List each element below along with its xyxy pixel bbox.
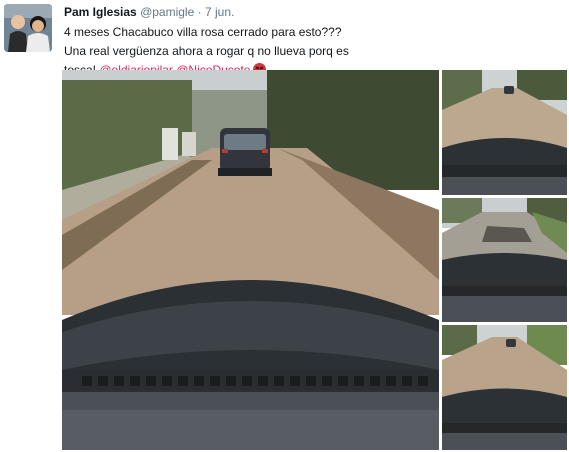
author-name[interactable]: Pam Iglesias	[64, 5, 137, 19]
thumb-photo-2[interactable]	[442, 198, 567, 322]
avatar[interactable]	[4, 4, 52, 52]
tweet-date[interactable]: 7 jun.	[205, 5, 234, 19]
header-separator: ·	[197, 5, 202, 19]
photo-mosaic	[62, 70, 569, 450]
tweet-header: Pam Iglesias @pamigle · 7 jun.	[64, 5, 234, 19]
main-photo[interactable]	[62, 70, 439, 450]
author-handle[interactable]: @pamigle	[140, 5, 194, 19]
thumb-photo-3[interactable]	[442, 325, 567, 450]
thumb-photo-1[interactable]	[442, 70, 567, 195]
tweet: Pam Iglesias @pamigle · 7 jun. 4 meses C…	[0, 0, 569, 452]
